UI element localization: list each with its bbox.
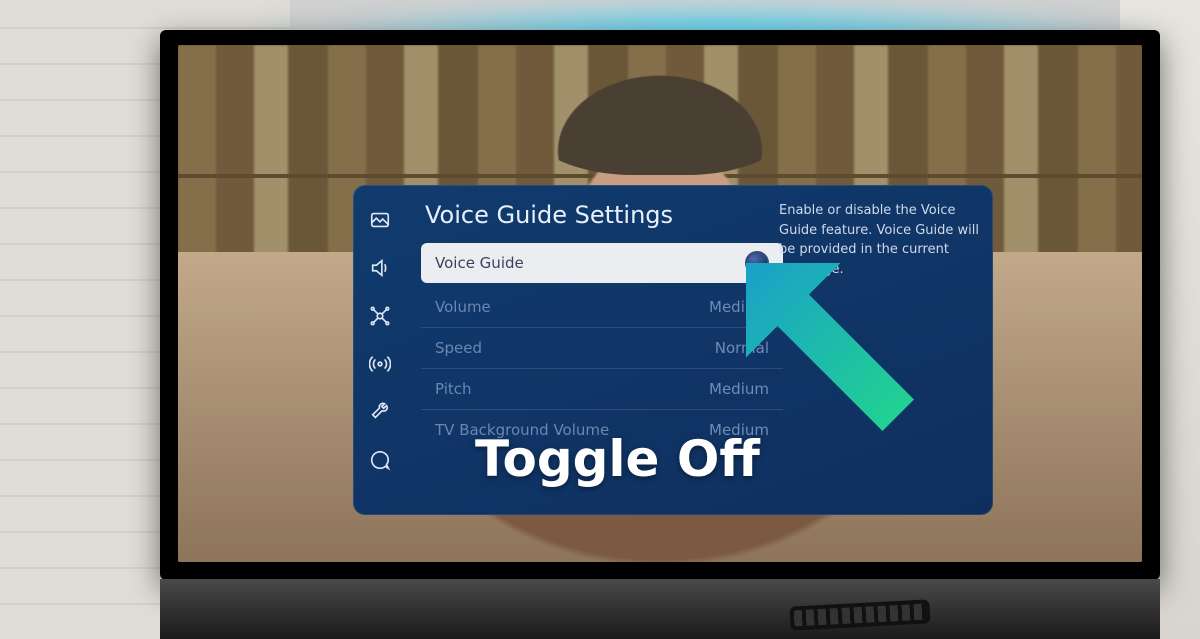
network-icon[interactable] — [367, 303, 393, 329]
row-value: Normal — [715, 339, 769, 357]
scene: Voice Guide Settings Voice Guide Volume … — [0, 0, 1200, 639]
annotation-label: Toggle Off — [475, 430, 760, 488]
row-volume[interactable]: Volume Medium — [421, 287, 783, 328]
row-pitch[interactable]: Pitch Medium — [421, 369, 783, 410]
row-value: Medium — [709, 298, 769, 316]
picture-icon[interactable] — [367, 207, 393, 233]
row-voice-guide[interactable]: Voice Guide — [421, 243, 783, 283]
person-hat — [530, 55, 790, 175]
sound-icon[interactable] — [367, 255, 393, 281]
row-speed[interactable]: Speed Normal — [421, 328, 783, 369]
settings-sidebar — [353, 185, 407, 515]
row-label: Voice Guide — [435, 254, 524, 272]
row-label: Pitch — [435, 380, 472, 398]
row-value: Medium — [709, 380, 769, 398]
support-icon[interactable] — [367, 447, 393, 473]
tv-frame: Voice Guide Settings Voice Guide Volume … — [160, 30, 1160, 580]
panel-title: Voice Guide Settings — [425, 201, 783, 229]
help-text: Enable or disable the Voice Guide featur… — [765, 185, 993, 295]
system-icon[interactable] — [367, 399, 393, 425]
row-label: Volume — [435, 298, 491, 316]
row-label: Speed — [435, 339, 482, 357]
table-surface — [160, 579, 1160, 639]
broadcast-icon[interactable] — [367, 351, 393, 377]
